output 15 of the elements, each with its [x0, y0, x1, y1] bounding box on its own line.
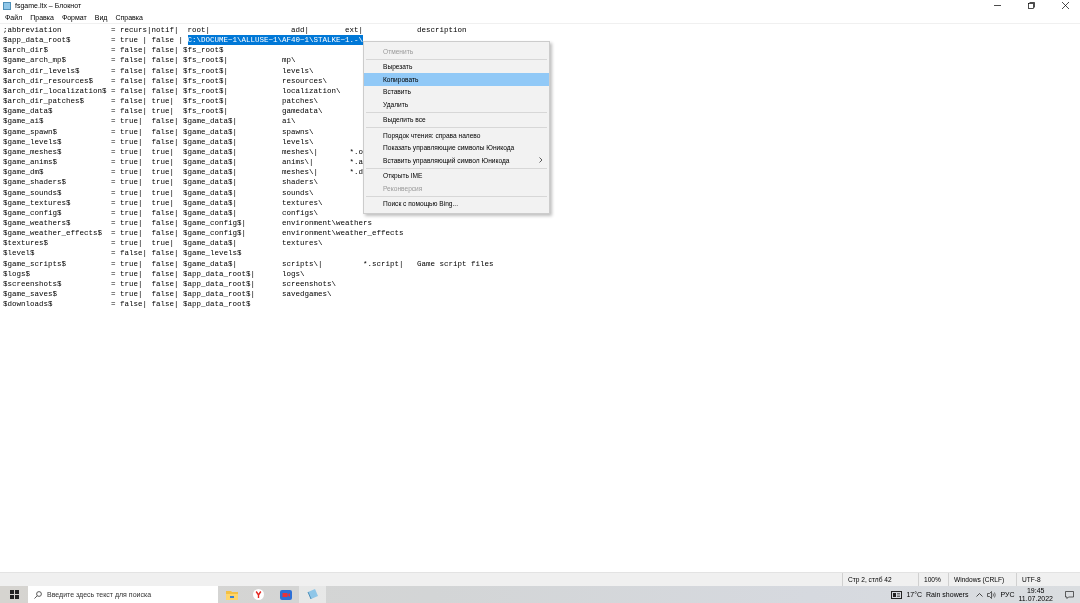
chevron-up-icon[interactable] — [976, 592, 984, 597]
start-button[interactable] — [9, 590, 19, 599]
search-icon — [34, 590, 42, 599]
notepad-icon — [3, 1, 11, 10]
weather-icon — [891, 590, 903, 599]
camera-icon — [279, 589, 292, 600]
minimize-icon — [993, 2, 1001, 9]
folder-icon — [225, 589, 238, 600]
close-icon — [1061, 2, 1069, 9]
notification-icon[interactable] — [1065, 590, 1074, 599]
speaker-icon[interactable] — [987, 590, 997, 599]
notepad-icon — [307, 589, 318, 600]
restore-icon — [1027, 2, 1035, 9]
browser-icon — [253, 589, 264, 600]
chevron-right-icon — [539, 157, 543, 164]
